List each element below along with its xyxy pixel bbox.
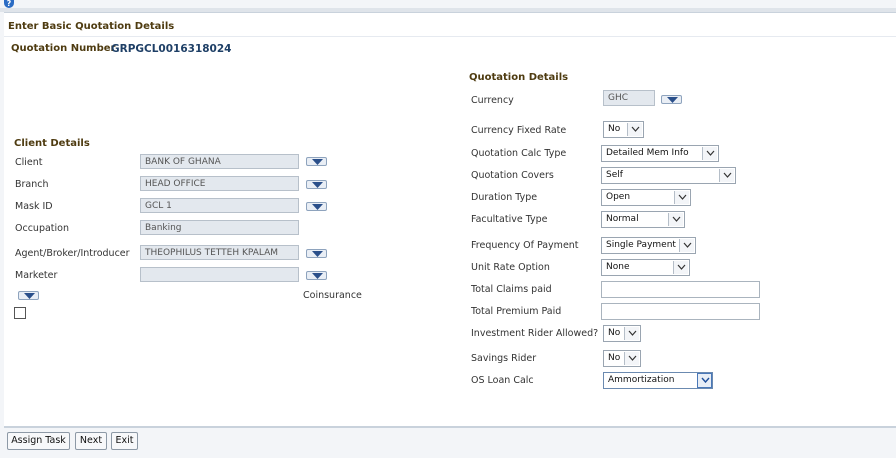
covers-label: Quotation Covers <box>471 170 554 181</box>
exit-button[interactable]: Exit <box>111 432 138 450</box>
dropdown-arrow-icon <box>312 273 323 279</box>
page-title: Enter Basic Quotation Details <box>8 21 175 32</box>
quotation-number-value: GRPGCL0016318024 <box>111 43 232 55</box>
chevron-down-icon <box>673 261 688 274</box>
dropdown-arrow-icon <box>312 159 323 165</box>
total-claims-label: Total Claims paid <box>471 284 552 295</box>
dropdown-arrow-icon <box>667 97 678 103</box>
duration-type-select[interactable]: Open <box>601 189 691 206</box>
quotation-number-label: Quotation Number <box>11 43 116 54</box>
os-loan-calc-label: OS Loan Calc <box>471 375 534 386</box>
chevron-down-icon <box>697 373 712 388</box>
savings-rider-select[interactable]: No <box>603 350 641 367</box>
unit-rate-value: None <box>606 262 630 272</box>
covers-select[interactable]: Self <box>601 167 736 184</box>
dropdown-arrow-icon <box>312 182 323 188</box>
total-claims-input[interactable] <box>601 281 760 298</box>
chevron-down-icon <box>702 147 717 160</box>
dropdown-arrow-icon <box>312 204 323 210</box>
chevron-down-icon <box>624 352 639 365</box>
next-button[interactable]: Next <box>75 432 107 450</box>
marketer-label: Marketer <box>15 270 58 281</box>
total-premium-label: Total Premium Paid <box>471 306 562 317</box>
quotation-details-heading: Quotation Details <box>469 72 569 83</box>
client-label: Client <box>15 157 43 168</box>
agent-label: Agent/Broker/Introducer <box>15 248 130 259</box>
unit-rate-select[interactable]: None <box>601 259 690 276</box>
calc-type-label: Quotation Calc Type <box>471 148 567 159</box>
currency-field: GHC <box>603 90 655 106</box>
facultative-type-select[interactable]: Normal <box>601 211 685 228</box>
coinsurance-checkbox[interactable] <box>14 307 26 319</box>
main-panel: Enter Basic Quotation Details <box>4 12 896 428</box>
frequency-select[interactable]: Single Payment <box>601 237 696 254</box>
client-lov-button[interactable] <box>306 157 327 166</box>
facultative-type-label: Facultative Type <box>471 214 548 225</box>
chevron-down-icon <box>679 239 694 252</box>
os-loan-calc-select[interactable]: Ammortization <box>603 372 713 389</box>
duration-type-label: Duration Type <box>471 192 538 203</box>
total-premium-input[interactable] <box>601 303 760 320</box>
chevron-down-icon <box>624 327 639 340</box>
mask-id-field: GCL 1 <box>140 198 299 213</box>
marketer-field <box>140 267 299 282</box>
mask-id-label: Mask ID <box>15 201 53 212</box>
investment-rider-select[interactable]: No <box>603 325 641 342</box>
branch-label: Branch <box>15 179 49 190</box>
coinsurance-lov-button[interactable] <box>18 291 39 300</box>
mask-id-lov-button[interactable] <box>306 202 327 211</box>
chevron-down-icon <box>668 213 683 226</box>
occupation-label: Occupation <box>15 223 69 234</box>
branch-lov-button[interactable] <box>306 180 327 189</box>
currency-label: Currency <box>471 95 514 106</box>
currency-lov-button[interactable] <box>661 95 682 104</box>
unit-rate-label: Unit Rate Option <box>471 262 550 273</box>
help-icon[interactable]: ? <box>4 0 14 8</box>
savings-rider-label: Savings Rider <box>471 353 537 364</box>
branch-field: HEAD OFFICE <box>140 176 299 191</box>
marketer-lov-button[interactable] <box>306 271 327 280</box>
frequency-value: Single Payment <box>606 240 676 250</box>
covers-value: Self <box>606 170 623 180</box>
investment-rider-label: Investment Rider Allowed? <box>471 328 599 339</box>
chevron-down-icon <box>627 123 642 136</box>
dropdown-arrow-icon <box>312 251 323 257</box>
assign-task-button[interactable]: Assign Task <box>7 432 70 450</box>
savings-rider-value: No <box>608 353 621 363</box>
os-loan-calc-value: Ammortization <box>608 375 675 385</box>
chevron-down-icon <box>719 169 734 182</box>
currency-fixed-rate-label: Currency Fixed Rate <box>471 125 567 136</box>
frequency-label: Frequency Of Payment <box>471 240 579 251</box>
dropdown-arrow-icon <box>24 293 35 299</box>
calc-type-select[interactable]: Detailed Mem Info <box>601 145 719 162</box>
title-divider <box>4 36 896 37</box>
coinsurance-label: Coinsurance <box>303 290 362 301</box>
investment-rider-value: No <box>608 328 621 338</box>
chevron-down-icon <box>674 191 689 204</box>
duration-type-value: Open <box>606 192 631 202</box>
facultative-type-value: Normal <box>606 214 639 224</box>
occupation-field: Banking <box>140 220 299 235</box>
currency-fixed-rate-select[interactable]: No <box>603 121 644 138</box>
client-field: BANK OF GHANA <box>140 154 299 169</box>
client-details-heading: Client Details <box>14 138 90 149</box>
currency-fixed-rate-value: No <box>608 124 621 134</box>
agent-field: THEOPHILUS TETTEH KPALAM <box>140 245 299 260</box>
calc-type-value: Detailed Mem Info <box>606 148 689 158</box>
agent-lov-button[interactable] <box>306 249 327 258</box>
